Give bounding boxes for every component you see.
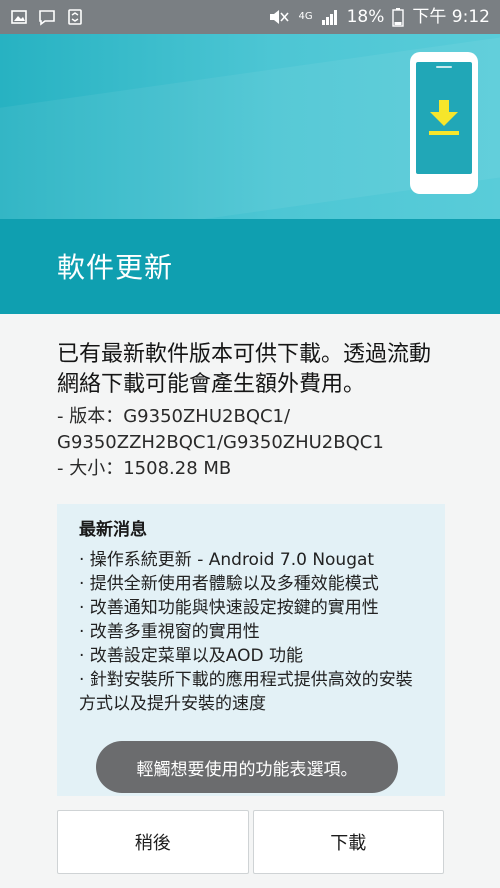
- message-icon: [39, 10, 55, 26]
- recycle-icon: [68, 9, 82, 25]
- whats-new-item: · 改善多重視窗的實用性: [79, 622, 260, 642]
- update-meta: - 版本：G9350ZHU2BQC1/ G9350ZZH2BQC1/G9350Z…: [57, 404, 457, 482]
- intro-text: 已有最新軟件版本可供下載。透過流動網絡下載可能會產生額外費用。: [57, 342, 432, 397]
- page-title: 軟件更新: [57, 251, 174, 284]
- phone-illustration: [410, 52, 478, 194]
- download-button[interactable]: 下載: [252, 810, 444, 874]
- battery-icon: [392, 8, 405, 27]
- status-right: 4G 18% 下午 9:12: [268, 7, 490, 27]
- whats-new-item: · 改善通知功能與快速設定按鍵的實用性: [79, 598, 379, 618]
- toast-message: 輕觸想要使用的功能表選項。: [96, 741, 398, 793]
- phone-screen: [416, 62, 472, 174]
- version-line: - 版本：G9350ZHU2BQC1/: [57, 406, 291, 427]
- status-left: [10, 8, 84, 26]
- gallery-icon: [11, 10, 27, 24]
- status-bar: 4G 18% 下午 9:12: [0, 0, 500, 34]
- whats-new-title: 最新消息: [79, 520, 147, 540]
- size-line: - 大小：1508.28 MB: [57, 458, 232, 479]
- battery-percent: 18%: [346, 6, 385, 27]
- later-button[interactable]: 稍後: [57, 810, 249, 874]
- version-line-continued: G9350ZZH2BQC1/G9350ZHU2BQC1: [57, 432, 384, 453]
- whats-new-item: · 提供全新使用者體驗以及多種效能模式: [79, 574, 379, 594]
- signal-icon: [321, 10, 337, 25]
- whats-new-item: · 針對安裝所下載的應用程式提供高效的安裝方式以及提升安裝的速度: [79, 670, 413, 714]
- content-area: 已有最新軟件版本可供下載。透過流動網絡下載可能會產生額外費用。 - 版本：G93…: [0, 314, 500, 888]
- header-banner: 軟件更新: [0, 34, 500, 314]
- whats-new-item: · 操作系統更新 - Android 7.0 Nougat: [79, 550, 375, 570]
- action-buttons: 稍後 下載: [57, 810, 444, 874]
- phone-speaker: [436, 66, 452, 68]
- clock: 下午 9:12: [412, 6, 490, 27]
- whats-new-item: · 改善設定菜單以及AOD 功能: [79, 646, 304, 666]
- download-arrow-icon: [429, 100, 459, 135]
- network-type-label: 4G: [298, 11, 313, 22]
- mute-icon: [270, 10, 290, 24]
